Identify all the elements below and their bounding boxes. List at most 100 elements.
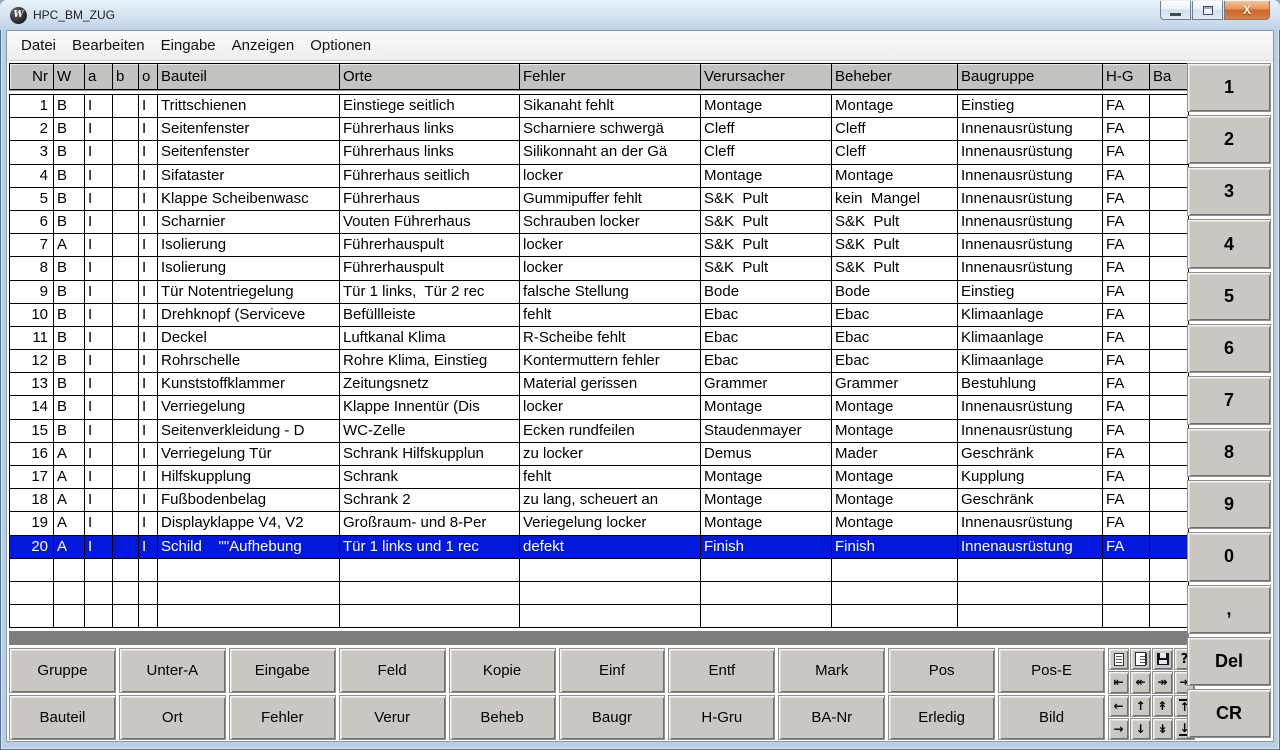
column-header-bauteil[interactable]: Bauteil	[158, 64, 340, 89]
icon-button-left[interactable]: ←	[1108, 695, 1129, 717]
action-button-pos[interactable]: Pos	[888, 648, 995, 693]
keypad-key-9[interactable]: 9	[1187, 480, 1271, 529]
keypad-key-6[interactable]: 6	[1187, 324, 1271, 373]
column-header-b[interactable]: b	[113, 64, 139, 89]
keypad-key-cr[interactable]: CR	[1187, 689, 1271, 738]
table-row[interactable]: 5BIIKlappe ScheibenwascFührerhausGummipu…	[10, 188, 1188, 211]
action-button-baugr[interactable]: Baugr	[559, 695, 666, 740]
action-button-ba-nr[interactable]: BA-Nr	[778, 695, 885, 740]
table-row[interactable]: 18AIIFußbodenbelagSchrank 2zu lang, sche…	[10, 489, 1188, 512]
keypad-key-7[interactable]: 7	[1187, 376, 1271, 425]
icon-button-copy-doc[interactable]	[1130, 648, 1151, 670]
column-header-a[interactable]: a	[85, 64, 113, 89]
table-row[interactable]: 11BIIDeckelLuftkanal KlimaR-Scheibe fehl…	[10, 327, 1188, 350]
table-row[interactable]: 8BIIIsolierungFührerhauspultlockerS&K Pu…	[10, 257, 1188, 280]
column-header-baugruppe[interactable]: Baugruppe	[958, 64, 1103, 89]
icon-button-save[interactable]	[1152, 648, 1173, 670]
keypad-key-0[interactable]: 0	[1187, 532, 1271, 581]
action-button-bild[interactable]: Bild	[998, 695, 1105, 740]
column-header-h-g[interactable]: H-G	[1103, 64, 1150, 89]
close-button[interactable]: X	[1224, 1, 1270, 20]
keypad-key-5[interactable]: 5	[1187, 272, 1271, 321]
table-row[interactable]: 19AIIDisplayklappe V4, V2Großraum- und 8…	[10, 512, 1188, 535]
action-button-entf[interactable]: Entf	[668, 648, 775, 693]
action-button-fehler[interactable]: Fehler	[229, 695, 336, 740]
column-header-fehler[interactable]: Fehler	[520, 64, 701, 89]
keypad-key-2[interactable]: 2	[1187, 115, 1271, 164]
restore-button[interactable]	[1192, 1, 1223, 20]
action-button-h-gru[interactable]: H-Gru	[668, 695, 775, 740]
table-row[interactable]: 9BIITür NotentriegelungTür 1 links, Tür …	[10, 281, 1188, 304]
table-row-empty[interactable]	[10, 605, 1188, 628]
table-row[interactable]: 3BIISeitenfensterFührerhaus linksSilikon…	[10, 141, 1188, 164]
keypad-key-4[interactable]: 4	[1187, 219, 1271, 268]
table-cell: Tür Notentriegelung	[158, 281, 340, 303]
icon-button-double-down[interactable]: ↡	[1152, 718, 1173, 740]
action-button-erledig[interactable]: Erledig	[888, 695, 995, 740]
keypad-key-1[interactable]: 1	[1187, 63, 1271, 112]
table-row[interactable]: 1BIITrittschienenEinstiege seitlichSikan…	[10, 95, 1188, 118]
table-row-empty[interactable]	[10, 559, 1188, 582]
icon-button-rewind[interactable]: ↞	[1130, 671, 1151, 693]
table-cell: falsche Stellung	[520, 281, 701, 303]
action-button-feld[interactable]: Feld	[339, 648, 446, 693]
table-row[interactable]: 6BIIScharnierVouten FührerhausSchrauben …	[10, 211, 1188, 234]
action-button-verur[interactable]: Verur	[339, 695, 446, 740]
table-cell	[113, 281, 139, 303]
table-row[interactable]: 20AIISchild ""AufhebungTür 1 links und 1…	[10, 536, 1188, 559]
table-row[interactable]: 17AIIHilfskupplungSchrankfehltMontageMon…	[10, 466, 1188, 489]
table-cell: Innenausrüstung	[958, 211, 1103, 233]
action-button-unter-a[interactable]: Unter-A	[119, 648, 226, 693]
icon-button-up[interactable]: ↑	[1130, 695, 1151, 717]
icon-button-down[interactable]: ↓	[1130, 718, 1151, 740]
table-cell: kein Mangel	[832, 188, 958, 210]
menu-item-optionen[interactable]: Optionen	[302, 33, 379, 58]
table-row-empty[interactable]	[10, 582, 1188, 605]
column-header-w[interactable]: W	[54, 64, 85, 89]
keypad-key-3[interactable]: 3	[1187, 167, 1271, 216]
menu-item-datei[interactable]: Datei	[13, 33, 64, 58]
icon-button-new-doc[interactable]	[1108, 648, 1129, 670]
table-row[interactable]: 12BIIRohrschelleRohre Klima, EinstiegKon…	[10, 350, 1188, 373]
icon-button-forward[interactable]: ↠	[1152, 671, 1173, 693]
icon-button-double-up[interactable]: ↟	[1152, 695, 1173, 717]
icon-button-right[interactable]: →	[1108, 718, 1129, 740]
menu-item-eingabe[interactable]: Eingabe	[153, 33, 224, 58]
action-button-beheb[interactable]: Beheb	[449, 695, 556, 740]
table-cell	[113, 489, 139, 511]
keypad-key-comma[interactable]: ,	[1187, 585, 1271, 634]
column-header-nr[interactable]: Nr	[10, 64, 54, 89]
action-button-mark[interactable]: Mark	[778, 648, 885, 693]
table-row[interactable]: 4BIISifatasterFührerhaus seitlichlockerM…	[10, 165, 1188, 188]
action-button-pos-e[interactable]: Pos-E	[998, 648, 1105, 693]
table-row[interactable]: 15BIISeitenverkleidung - DWC-ZelleEcken …	[10, 420, 1188, 443]
table-cell: Montage	[832, 165, 958, 187]
table-cell: 14	[10, 396, 54, 418]
column-header-verursacher[interactable]: Verursacher	[701, 64, 832, 89]
table-row[interactable]: 14BIIVerriegelungKlappe Innentür (Disloc…	[10, 396, 1188, 419]
table-cell	[113, 443, 139, 465]
table-row[interactable]: 7AIIIsolierungFührerhauspultlockerS&K Pu…	[10, 234, 1188, 257]
icon-button-first[interactable]: ⇤	[1108, 671, 1129, 693]
action-button-einf[interactable]: Einf	[559, 648, 666, 693]
column-header-o[interactable]: o	[139, 64, 158, 89]
action-button-eingabe[interactable]: Eingabe	[229, 648, 336, 693]
action-button-ort[interactable]: Ort	[119, 695, 226, 740]
table-cell: defekt	[520, 536, 701, 558]
menu-item-anzeigen[interactable]: Anzeigen	[224, 33, 303, 58]
minimize-button[interactable]	[1160, 1, 1191, 20]
table-row[interactable]: 13BIIKunststoffklammerZeitungsnetzMateri…	[10, 373, 1188, 396]
action-button-gruppe[interactable]: Gruppe	[9, 648, 116, 693]
column-header-ba[interactable]: Ba	[1150, 64, 1188, 89]
column-header-beheber[interactable]: Beheber	[832, 64, 958, 89]
menu-item-bearbeiten[interactable]: Bearbeiten	[64, 33, 153, 58]
table-row[interactable]: 10BIIDrehknopf (ServiceveBefüllleistefeh…	[10, 304, 1188, 327]
column-header-orte[interactable]: Orte	[340, 64, 520, 89]
keypad-key-8[interactable]: 8	[1187, 428, 1271, 477]
table-row[interactable]: 16AIIVerriegelung TürSchrank Hilfskupplu…	[10, 443, 1188, 466]
action-button-bauteil[interactable]: Bauteil	[9, 695, 116, 740]
table-cell: B	[54, 281, 85, 303]
action-button-kopie[interactable]: Kopie	[449, 648, 556, 693]
keypad-key-del[interactable]: Del	[1187, 637, 1271, 686]
table-row[interactable]: 2BIISeitenfensterFührerhaus linksScharni…	[10, 118, 1188, 141]
